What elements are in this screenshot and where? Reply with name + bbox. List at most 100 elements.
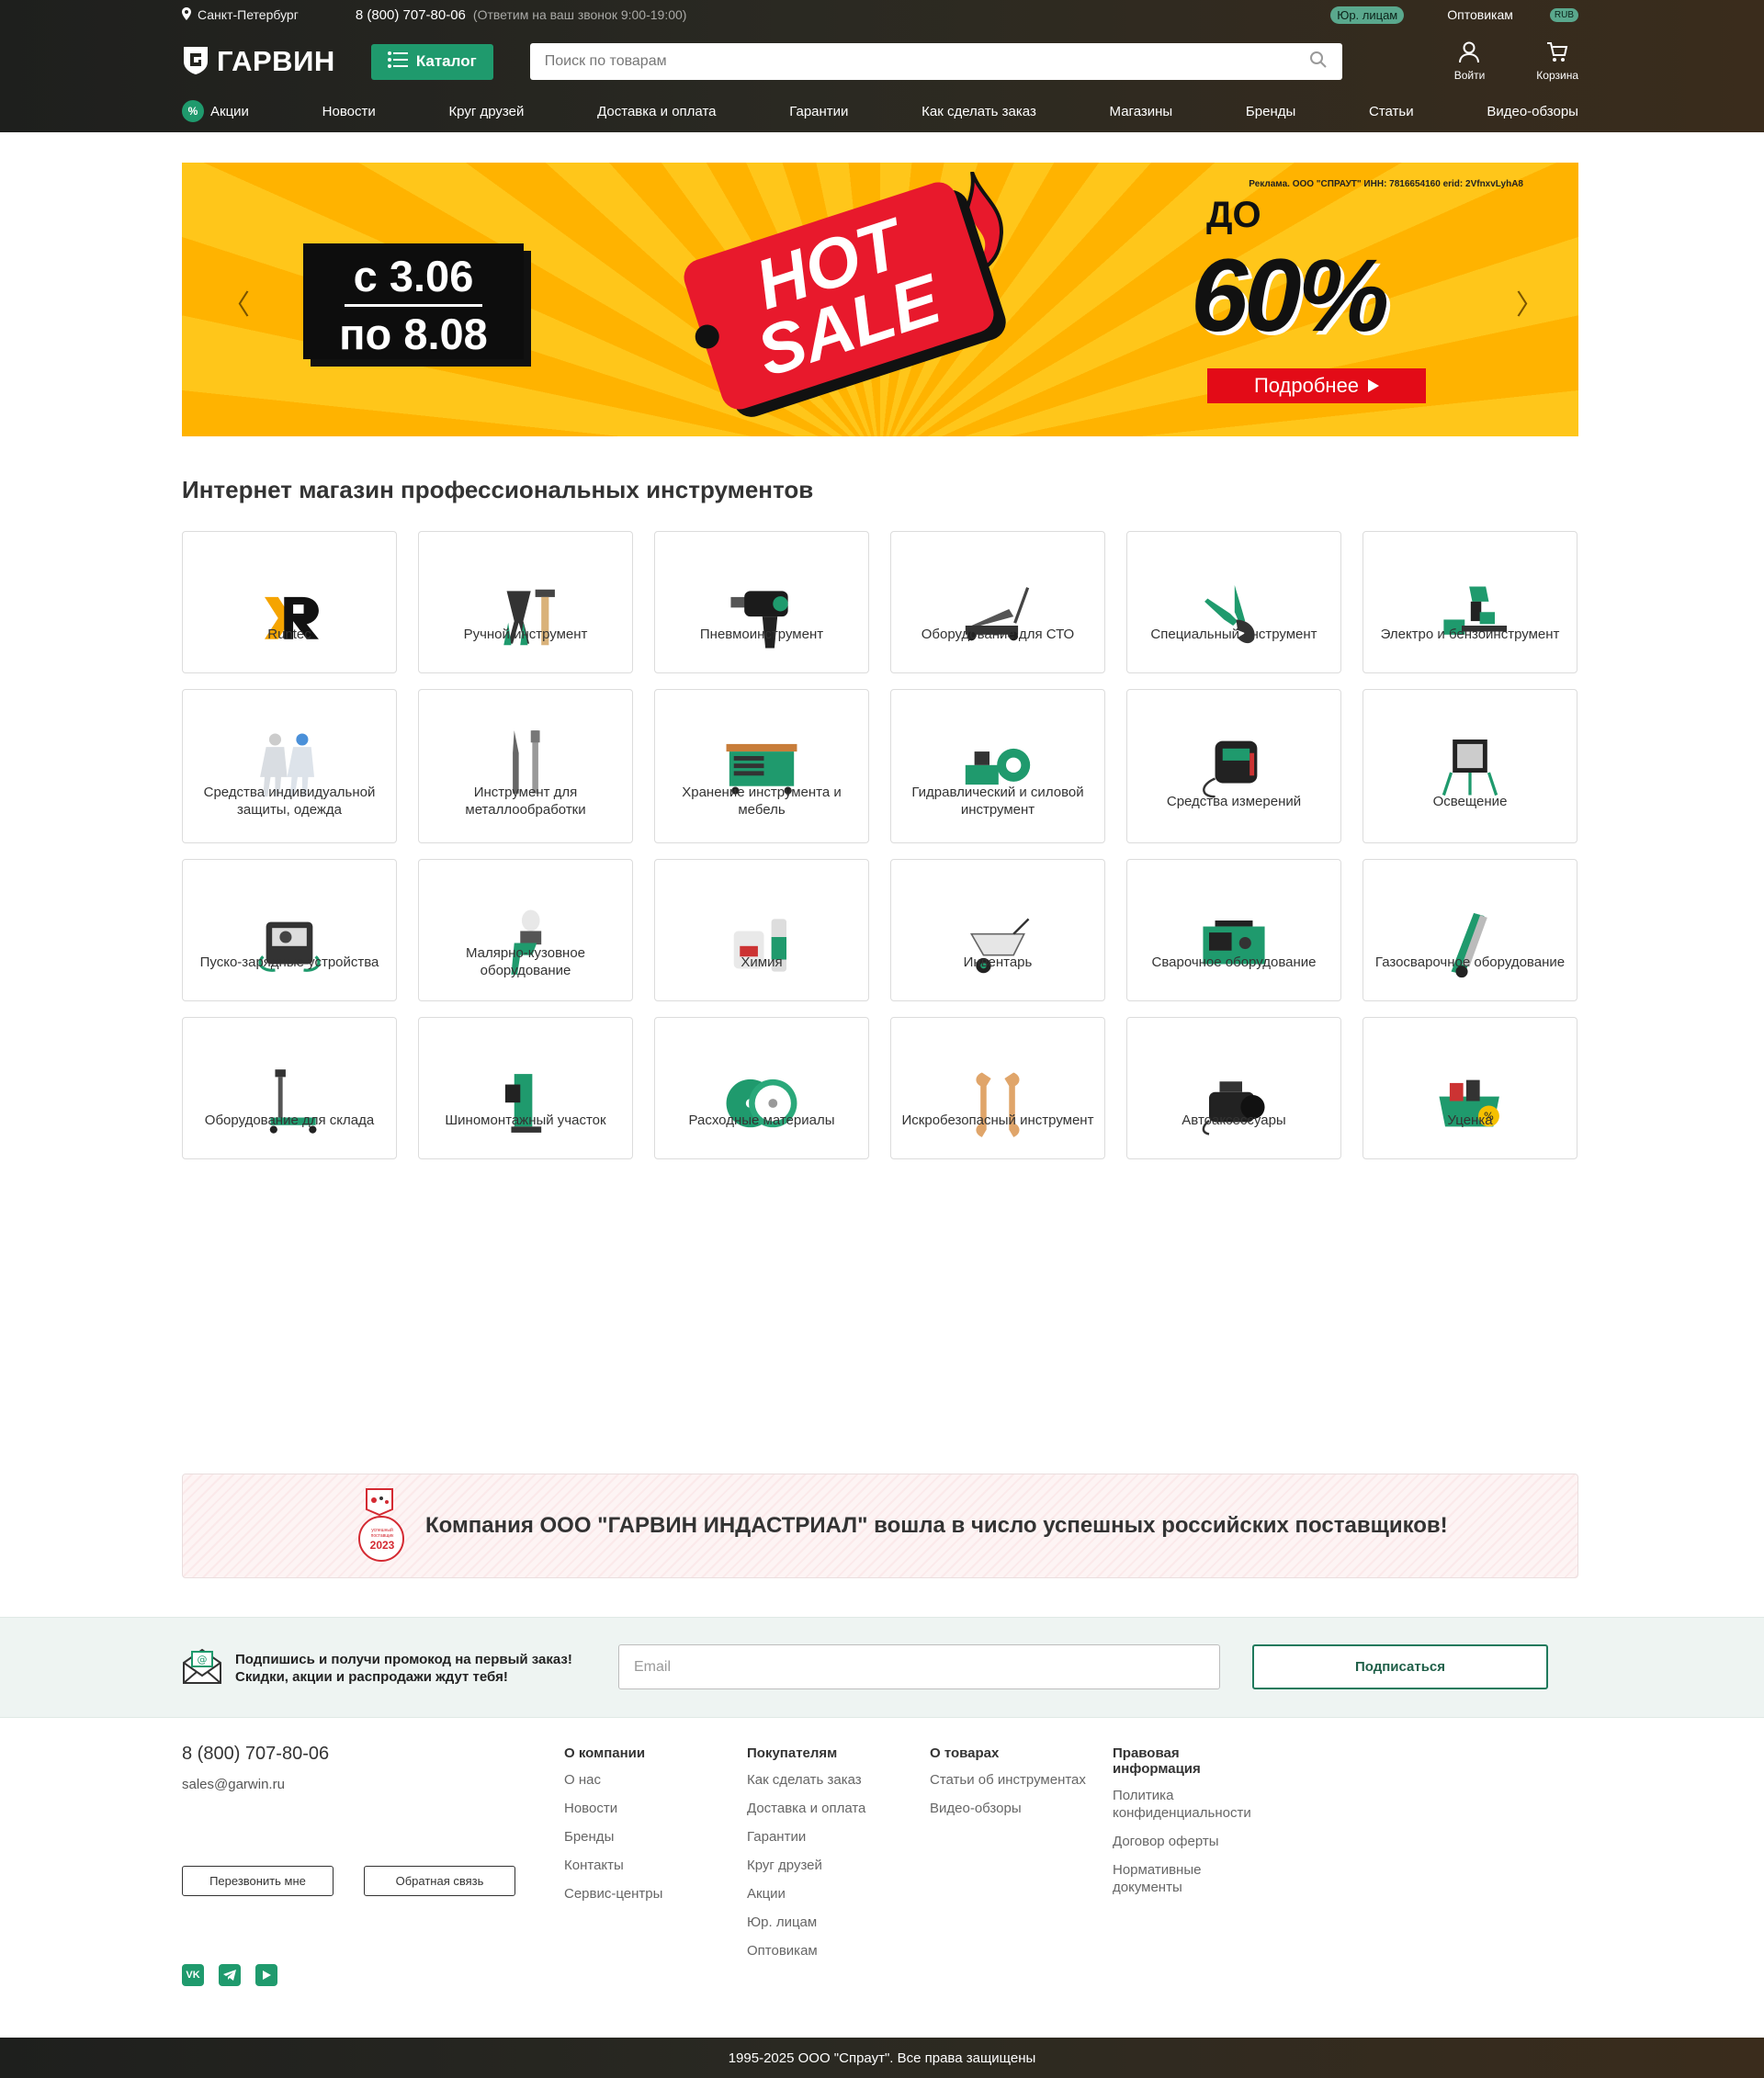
vk-icon[interactable]: VK (182, 1964, 204, 1986)
footer-column: Правовая информация Политика конфиденциал… (1113, 1745, 1260, 1907)
search-icon[interactable] (1309, 51, 1328, 73)
category-card-tire-service[interactable]: Шиномонтажный участок (418, 1017, 633, 1159)
legal-entities-link[interactable]: Юр. лицам (1330, 6, 1405, 24)
category-card-garden-inventory[interactable]: Инвентарь (890, 859, 1105, 1001)
category-card-power-tools[interactable]: Электро и бензоинструмент (1363, 531, 1577, 673)
category-card-warehouse-equipment[interactable]: Оборудование для склада (182, 1017, 397, 1159)
category-label: Шиномонтажный участок (445, 1112, 606, 1128)
site-footer: 8 (800) 707-80-06 sales@garwin.ru Перезв… (182, 1718, 1578, 2038)
footer-link[interactable]: Как сделать заказ (747, 1771, 922, 1789)
banner-next-arrow-icon[interactable]: 〉 (1516, 282, 1544, 322)
category-label: Химия (741, 954, 783, 970)
list-menu-icon (387, 51, 408, 73)
footer-link[interactable]: Сервис-центры (564, 1885, 739, 1903)
category-card-runtec[interactable]: Runtec (182, 531, 397, 673)
award-banner[interactable]: успешный поставщик 2023 Компания ООО "ГА… (182, 1474, 1578, 1578)
login-button[interactable]: Войти (1454, 41, 1485, 82)
banner-more-button[interactable]: Подробнее (1207, 368, 1426, 403)
category-label: Электро и бензоинструмент (1380, 626, 1560, 642)
cart-button[interactable]: Корзина (1536, 41, 1578, 82)
category-card-chemicals[interactable]: Химия (654, 859, 869, 1001)
header-phone[interactable]: 8 (800) 707-80-06 (356, 7, 466, 23)
category-card-service-equipment[interactable]: Оборудование для СТО (890, 531, 1105, 673)
badge-caption: успешный поставщик (370, 1528, 394, 1539)
city-selector[interactable]: Санкт-Петербург (182, 6, 299, 23)
subscribe-text: Подпишись и получи промокод на первый за… (235, 1651, 572, 1686)
footer-email[interactable]: sales@garwin.ru (182, 1777, 285, 1792)
up-to-text: ДО (1206, 195, 1261, 235)
footer-link[interactable]: Круг друзей (747, 1857, 922, 1874)
category-card-measuring-tools[interactable]: Средства измерений (1126, 689, 1341, 843)
footer-link[interactable]: Видео-обзоры (930, 1800, 1104, 1817)
footer-link[interactable]: Бренды (564, 1828, 739, 1846)
site-logo[interactable]: ГАРВИН (182, 45, 335, 79)
banner-prev-arrow-icon[interactable]: 〈 (222, 282, 250, 322)
category-card-special-tools[interactable]: Специальный инструмент (1126, 531, 1341, 673)
category-card-hydraulic-tools[interactable]: Гидравлический и силовой инструмент (890, 689, 1105, 843)
category-card-lighting[interactable]: Освещение (1363, 689, 1577, 843)
category-card-non-sparking-tools[interactable]: Искробезопасный инструмент (890, 1017, 1105, 1159)
promo-banner[interactable]: Реклама. ООО "СПРАУТ" ИНН: 7816654160 er… (182, 163, 1578, 436)
category-card-gas-welding[interactable]: Газосварочное оборудование (1363, 859, 1577, 1001)
footer-phone[interactable]: 8 (800) 707-80-06 (182, 1744, 329, 1765)
category-card-consumables[interactable]: Расходные материалы (654, 1017, 869, 1159)
nav-how-to-order[interactable]: Как сделать заказ (922, 104, 1036, 119)
category-card-pneumatic-tools[interactable]: Пневмоинструмент (654, 531, 869, 673)
nav-videos[interactable]: Видео-обзоры (1487, 104, 1578, 119)
telegram-icon[interactable] (219, 1964, 241, 1986)
nav-friends[interactable]: Круг друзей (448, 104, 524, 119)
category-label: Расходные материалы (688, 1112, 835, 1128)
footer-link[interactable]: Акции (747, 1885, 922, 1903)
nav-news[interactable]: Новости (322, 104, 376, 119)
youtube-icon[interactable] (255, 1964, 277, 1986)
currency-badge[interactable]: RUB (1549, 7, 1578, 22)
category-label: Средства измерений (1166, 793, 1302, 809)
nav-promotions[interactable]: % Акции (182, 100, 249, 122)
catalog-button[interactable]: Каталог (370, 43, 493, 80)
footer-link[interactable]: Нормативные документы (1113, 1861, 1260, 1896)
category-label: Инструмент для металлообработки (465, 785, 586, 818)
footer-column: О товарах Статьи об инструментах Видео-обз… (930, 1745, 1104, 1828)
footer-link[interactable]: Новости (564, 1800, 739, 1817)
callback-button[interactable]: Перезвонить мне (182, 1866, 334, 1896)
nav-stores[interactable]: Магазины (1110, 104, 1173, 119)
location-pin-icon (182, 6, 191, 23)
footer-link[interactable]: Политика конфиденциальности (1113, 1787, 1260, 1822)
category-card-jump-starters[interactable]: Пуско-зарядные устройства (182, 859, 397, 1001)
svg-text:@: @ (198, 1654, 208, 1666)
footer-link[interactable]: Гарантии (747, 1828, 922, 1846)
site-header: Санкт-Петербург 8 (800) 707-80-06 (Ответ… (0, 0, 1764, 132)
footer-link[interactable]: О нас (564, 1771, 739, 1789)
footer-link[interactable]: Юр. лицам (747, 1914, 922, 1931)
footer-link[interactable]: Оптовикам (747, 1942, 922, 1959)
subscribe-button[interactable]: Подписаться (1252, 1644, 1548, 1689)
nav-delivery[interactable]: Доставка и оплата (597, 104, 716, 119)
category-card-clearance[interactable]: % Уценка (1363, 1017, 1577, 1159)
footer-link[interactable]: Статьи об инструментах (930, 1771, 1104, 1789)
category-card-welding-equipment[interactable]: Сварочное оборудование (1126, 859, 1341, 1001)
category-card-metalworking-tools[interactable]: Инструмент для металлообработки (418, 689, 633, 843)
category-label: Искробезопасный инструмент (901, 1112, 1094, 1128)
subscribe-line-1: Подпишись и получи промокод на первый за… (235, 1652, 572, 1667)
category-card-tool-storage[interactable]: Хранение инструмента и мебель (654, 689, 869, 843)
nav-brands[interactable]: Бренды (1246, 104, 1295, 119)
category-label: Гидравлический и силовой инструмент (911, 785, 1084, 818)
category-label: Пуско-зарядные устройства (199, 954, 379, 970)
category-card-paint-body-equipment[interactable]: Малярно-кузовное оборудование (418, 859, 633, 1001)
email-field[interactable] (618, 1644, 1220, 1689)
footer-link[interactable]: Доставка и оплата (747, 1800, 922, 1817)
category-card-hand-tools[interactable]: Ручной инструмент (418, 531, 633, 673)
category-card-car-accessories[interactable]: Автоаксессуары (1126, 1017, 1341, 1159)
cart-label: Корзина (1536, 69, 1578, 82)
footer-link[interactable]: Договор оферты (1113, 1833, 1260, 1850)
category-card-ppe-clothing[interactable]: Средства индивидуальной защиты, одежда (182, 689, 397, 843)
nav-articles[interactable]: Статьи (1369, 104, 1414, 119)
footer-link[interactable]: Контакты (564, 1857, 739, 1874)
category-label: Специальный инструмент (1150, 626, 1317, 642)
nav-warranty[interactable]: Гарантии (789, 104, 848, 119)
category-label: Пневмоинструмент (699, 626, 824, 642)
wholesale-link[interactable]: Оптовикам (1447, 7, 1513, 22)
search-input[interactable] (544, 53, 1309, 70)
play-arrow-icon (1368, 374, 1380, 398)
feedback-button[interactable]: Обратная связь (364, 1866, 515, 1896)
